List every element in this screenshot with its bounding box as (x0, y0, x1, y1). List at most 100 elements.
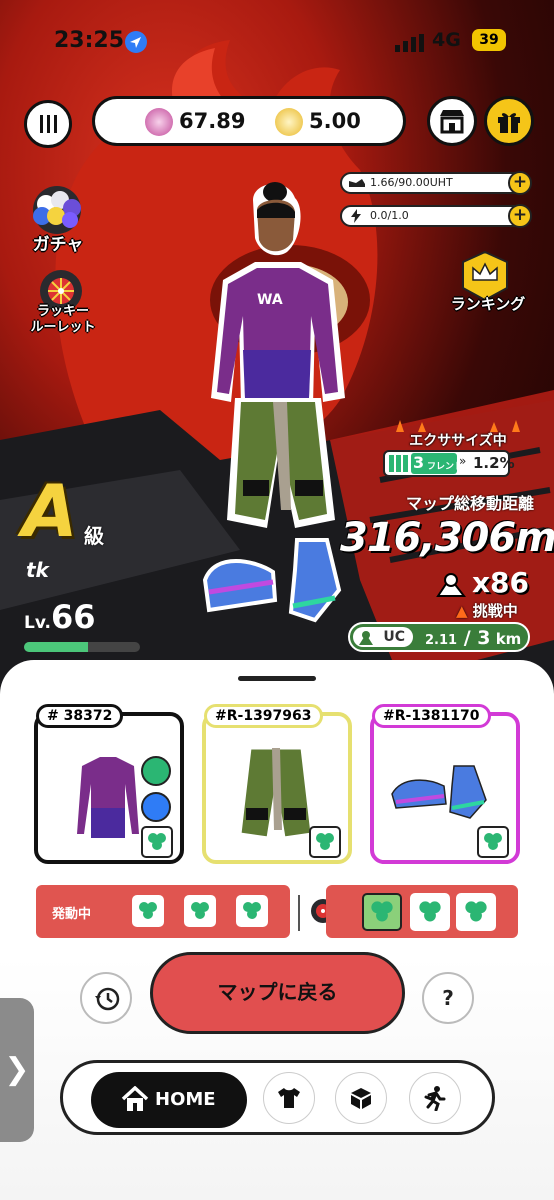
item-card-pants[interactable] (202, 712, 352, 864)
item-card-jacket[interactable] (34, 712, 184, 864)
level-prefix: Lv. (24, 613, 51, 633)
username: tk (26, 558, 49, 582)
history-button[interactable] (80, 972, 132, 1024)
energy-add-button[interactable]: + (508, 171, 532, 195)
status-bar: 23:25 4G 39 (0, 26, 554, 62)
level-progress-bar (24, 642, 140, 652)
distance-label: マップ総移動距離 (405, 494, 534, 513)
avatar-character: WA (202, 182, 345, 623)
roulette-label-line2: ルーレット (30, 320, 96, 335)
shirt-icon (278, 1088, 300, 1108)
coin-amount: 5.00 (309, 109, 361, 133)
fire-decoration-icon (396, 420, 520, 432)
roulette-skills-bar (326, 885, 518, 938)
uc-current: 2.11 (425, 633, 458, 648)
gem-amount: 67.89 (179, 109, 246, 133)
active-skills-bar: 発動中 (36, 885, 290, 938)
gem-icon (145, 108, 173, 136)
pants-item-image (238, 746, 314, 840)
currency-bar: 67.89 5.00 (92, 96, 406, 146)
shop-button[interactable] (427, 96, 477, 146)
exercise-bonus-bar: 3 フレンド » 1.2% (383, 450, 515, 477)
clover-skill-icon (410, 893, 450, 931)
gacha-button[interactable] (24, 186, 90, 234)
map-pin-icon (436, 573, 466, 597)
speed-icon (141, 792, 171, 822)
tab-box[interactable] (335, 1072, 387, 1124)
flame-icon: ▲ (456, 602, 468, 620)
clover-skill-icon (132, 895, 164, 927)
clover-skill-icon (184, 895, 216, 927)
status-time: 23:25 (54, 28, 125, 53)
tab-home[interactable]: HOME (91, 1072, 247, 1128)
clover-skill-icon (362, 893, 402, 931)
coin-icon (275, 108, 303, 136)
uc-label: UC (383, 629, 405, 645)
tab-activity[interactable] (409, 1072, 461, 1124)
menu-button[interactable] (24, 100, 72, 148)
chevron-right-icon: » (459, 454, 467, 468)
rank-grade-suffix: 級 (84, 524, 104, 548)
roulette-label: ラッキー ルーレット (18, 304, 108, 336)
capsule-icon (33, 186, 81, 234)
gift-button[interactable] (484, 96, 534, 146)
running-person-icon (424, 1086, 446, 1111)
level-value: 66 (51, 598, 96, 636)
ranking-label: ランキング (450, 295, 526, 313)
sparkle-icon (141, 756, 171, 786)
multiplier-value: x86 (472, 566, 530, 599)
level-progress-fill (24, 642, 88, 652)
stamina-bars-icon (389, 455, 408, 472)
clover-slot-icon (309, 826, 341, 858)
tab-home-label: HOME (155, 1089, 216, 1110)
item-id-tag: # 38372 (36, 704, 124, 728)
distance-value: 316,306m (340, 515, 554, 561)
roulette-label-line1: ラッキー (36, 304, 89, 319)
rank-grade: A (22, 469, 78, 553)
bottom-nav: HOME (60, 1060, 495, 1135)
gift-icon (498, 113, 520, 133)
equipment-panel: # 38372 #R-1397963 #R-1381170 発動中 マップに戻る… (0, 660, 554, 1200)
battery-indicator: 39 (472, 29, 506, 51)
location-arrow-icon (125, 31, 147, 53)
jacket-item-image (72, 753, 144, 842)
active-label: 発動中 (52, 907, 92, 922)
shoes-item-image (391, 765, 487, 819)
energy-value: 1.66/90.00UHT (370, 176, 453, 189)
svg-text:WA: WA (257, 292, 283, 308)
clover-skill-icon (456, 893, 496, 931)
tab-wardrobe[interactable] (263, 1072, 315, 1124)
walk-pin-icon (359, 631, 373, 645)
uc-progress[interactable]: UC 2.11 / 3 km (348, 622, 530, 652)
box-icon (351, 1088, 371, 1109)
divider (298, 895, 300, 931)
item-id-tag: #R-1397963 (204, 704, 323, 728)
uc-target: 3 (477, 627, 491, 649)
home-icon (121, 1086, 149, 1111)
help-button[interactable]: ? (422, 972, 474, 1024)
signal-icon (395, 34, 424, 52)
item-card-shoes[interactable] (370, 712, 520, 864)
network-type: 4G (432, 29, 461, 51)
power-add-button[interactable]: + (508, 204, 532, 228)
clover-skill-icon (236, 895, 268, 927)
shop-icon (440, 110, 464, 134)
clover-slot-icon (477, 826, 509, 858)
exercise-label: エクササイズ中 (409, 433, 507, 449)
uc-separator: / (457, 627, 478, 649)
friend-unit: フレンド (427, 462, 464, 472)
side-drawer-tab[interactable]: ❯ (0, 998, 34, 1142)
back-to-map-button[interactable]: マップに戻る (150, 952, 405, 1034)
uc-value: 2.11 / 3 km (425, 627, 521, 649)
item-id-tag: #R-1381170 (372, 704, 491, 728)
menu-icon (40, 115, 57, 133)
exercise-status: エクササイズ中 (388, 420, 528, 450)
history-icon (95, 987, 120, 1011)
gacha-label: ガチャ (32, 235, 84, 255)
clover-slot-icon (141, 826, 173, 858)
challenge-status: ▲ 挑戦中 (456, 600, 532, 621)
challenge-label: 挑戦中 (472, 602, 518, 620)
level: Lv.66 (24, 598, 96, 636)
drag-handle[interactable] (238, 676, 316, 681)
uc-unit: km (490, 630, 522, 648)
